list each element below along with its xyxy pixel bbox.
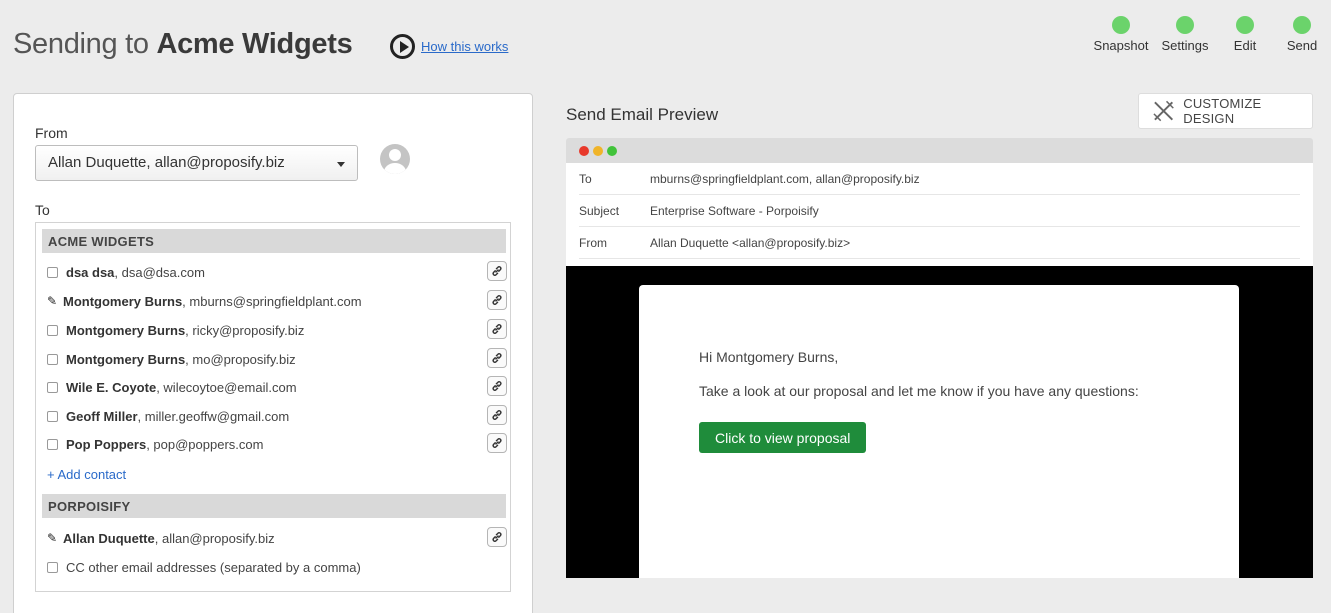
contact-row: ✎ Montgomery Burns, mburns@springfieldpl… [47, 290, 507, 312]
pen-icon: ✎ [47, 294, 58, 308]
step-dot [1236, 16, 1254, 34]
contact-row: Pop Poppers, pop@poppers.com [47, 433, 507, 455]
step-label: Settings [1161, 38, 1209, 53]
contact-row: Montgomery Burns, mo@proposify.biz [47, 348, 507, 370]
contact-name: Geoff Miller [66, 408, 138, 424]
customize-design-button[interactable]: CUSTOMIZE DESIGN [1138, 93, 1313, 129]
contact-email: , dsa@dsa.com [114, 264, 205, 280]
contact-name: Pop Poppers [66, 436, 147, 452]
step-send[interactable]: Send [1273, 16, 1331, 53]
contact-email: , miller.geoffw@gmail.com [137, 408, 290, 424]
group-header-porpoisify: PORPOISIFY [42, 494, 506, 518]
progress-steps: Snapshot Settings Edit Send [1093, 16, 1331, 53]
contact-checkbox[interactable] [47, 438, 58, 450]
contact-email: , wilecoytoe@email.com [156, 379, 297, 395]
contact-name: Montgomery Burns [63, 293, 183, 309]
link-icon[interactable] [487, 527, 507, 547]
page-title: Sending to Acme Widgets [13, 28, 353, 61]
recipients-panel: From Allan Duquette, allan@proposify.biz… [13, 93, 533, 613]
title-prefix: Sending to [13, 28, 157, 60]
how-this-works-link[interactable]: How this works [421, 39, 508, 54]
chevron-down-icon [337, 162, 345, 167]
cc-row: CC other email addresses (separated by a… [47, 556, 507, 578]
view-proposal-button[interactable]: Click to view proposal [699, 422, 867, 453]
contact-row: Wile E. Coyote, wilecoytoe@email.com [47, 376, 507, 398]
cc-label: CC other email addresses (separated by a… [66, 559, 361, 575]
header-value: Enterprise Software - Porpoisify [650, 203, 819, 218]
window-titlebar [566, 138, 1313, 163]
cc-checkbox[interactable] [47, 561, 58, 573]
step-snapshot[interactable]: Snapshot [1093, 16, 1149, 53]
contact-email: , ricky@proposify.biz [185, 322, 305, 338]
step-settings[interactable]: Settings [1158, 16, 1212, 53]
link-icon[interactable] [487, 433, 507, 453]
email-header-to: To mburns@springfieldplant.com, allan@pr… [579, 163, 1300, 195]
email-header-from: From Allan Duquette <allan@proposify.biz… [579, 227, 1300, 259]
header-key: Subject [579, 203, 620, 218]
link-icon[interactable] [487, 348, 507, 368]
pen-icon: ✎ [47, 531, 58, 545]
contact-row: Montgomery Burns, ricky@proposify.biz [47, 319, 507, 341]
header-value: mburns@springfieldplant.com, allan@propo… [650, 171, 920, 186]
email-header-subject: Subject Enterprise Software - Porpoisify [579, 195, 1300, 227]
step-label: Edit [1233, 38, 1257, 53]
minimize-dot-icon [593, 145, 603, 156]
link-icon[interactable] [487, 319, 507, 339]
email-message: Take a look at our proposal and let me k… [699, 383, 1139, 399]
step-label: Send [1286, 38, 1318, 53]
maximize-dot-icon [607, 145, 617, 156]
from-label: From [35, 125, 68, 141]
step-dot [1176, 16, 1194, 34]
contact-row: dsa dsa, dsa@dsa.com [47, 261, 507, 283]
link-icon[interactable] [487, 405, 507, 425]
contact-email: , allan@proposify.biz [154, 530, 275, 546]
contact-name: Montgomery Burns [66, 322, 186, 338]
contact-checkbox[interactable] [47, 353, 58, 365]
preview-title: Send Email Preview [566, 105, 719, 124]
contact-email: , mo@proposify.biz [185, 351, 296, 367]
from-select[interactable]: Allan Duquette, allan@proposify.biz [35, 145, 358, 181]
contact-email: , pop@poppers.com [146, 436, 264, 452]
from-selected-value: Allan Duquette, allan@proposify.biz [48, 154, 285, 171]
contact-name: Allan Duquette [63, 530, 155, 546]
contact-row: ✎ Allan Duquette, allan@proposify.biz [47, 527, 507, 549]
step-label: Snapshot [1093, 38, 1149, 53]
email-preview-window: To mburns@springfieldplant.com, allan@pr… [566, 138, 1313, 578]
contact-checkbox[interactable] [47, 381, 58, 393]
design-tools-icon [1153, 100, 1174, 122]
step-dot [1293, 16, 1311, 34]
email-card: Hi Montgomery Burns, Take a look at our … [639, 285, 1239, 578]
link-icon[interactable] [487, 376, 507, 396]
contact-name: Wile E. Coyote [66, 379, 157, 395]
email-greeting: Hi Montgomery Burns, [699, 349, 839, 365]
header-value: Allan Duquette <allan@proposify.biz> [650, 235, 851, 250]
title-client-name: Acme Widgets [156, 28, 353, 60]
how-this-works[interactable]: How this works [390, 34, 508, 59]
contact-row: Geoff Miller, miller.geoffw@gmail.com [47, 405, 507, 427]
avatar [380, 144, 410, 174]
close-dot-icon [579, 145, 589, 156]
contact-checkbox[interactable] [47, 324, 58, 336]
header-key: To [579, 171, 592, 186]
customize-design-label: CUSTOMIZE DESIGN [1183, 96, 1262, 126]
step-edit[interactable]: Edit [1217, 16, 1273, 53]
contact-checkbox[interactable] [47, 266, 58, 278]
group-header-acme-widgets: ACME WIDGETS [42, 229, 506, 253]
header-key: From [579, 235, 607, 250]
recipient-list: ACME WIDGETS dsa dsa, dsa@dsa.com ✎ Mont… [35, 222, 511, 592]
contact-email: , mburns@springfieldplant.com [182, 293, 362, 309]
email-headers: To mburns@springfieldplant.com, allan@pr… [566, 163, 1313, 266]
add-contact-link[interactable]: + Add contact [47, 467, 126, 482]
link-icon[interactable] [487, 290, 507, 310]
step-dot [1112, 16, 1130, 34]
email-body: Hi Montgomery Burns, Take a look at our … [566, 266, 1313, 578]
contact-checkbox[interactable] [47, 410, 58, 422]
link-icon[interactable] [487, 261, 507, 281]
contact-name: dsa dsa [66, 264, 115, 280]
to-label: To [35, 202, 50, 218]
contact-name: Montgomery Burns [66, 351, 186, 367]
play-icon[interactable] [390, 34, 415, 59]
